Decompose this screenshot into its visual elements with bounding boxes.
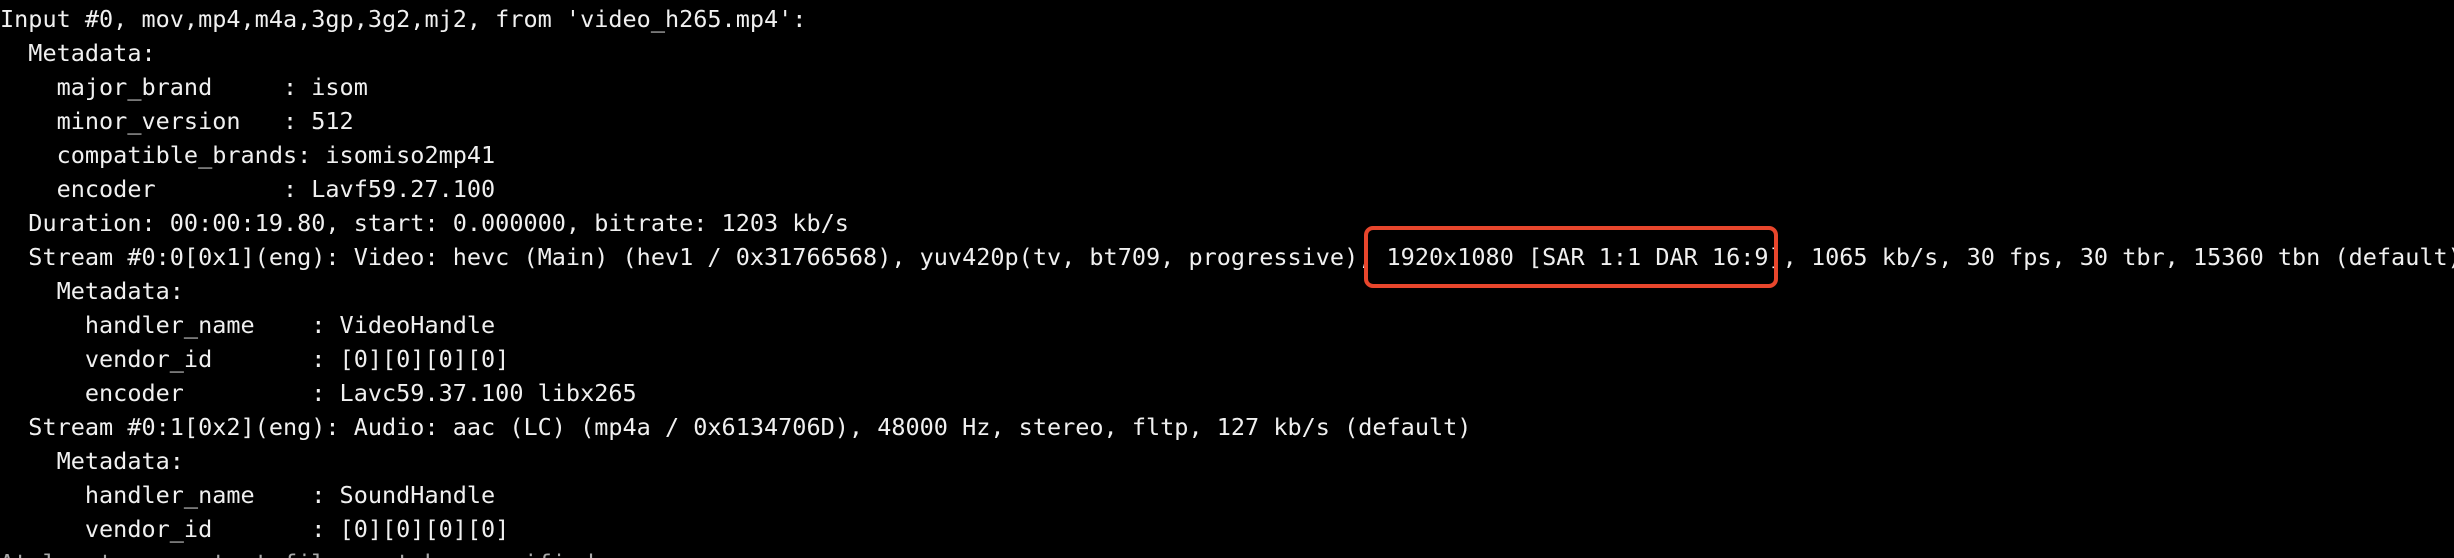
video-stream-line: Stream #0:0[0x1](eng): Video: hevc (Main… [0, 243, 2454, 271]
video-handler-name-line: handler_name : VideoHandle [0, 311, 496, 339]
resolution-highlight-box [1364, 226, 1778, 288]
compatible-brands-line: compatible_brands: isomiso2mp41 [0, 141, 496, 169]
metadata-header: Metadata: [0, 39, 156, 67]
ffprobe-input-line: Input #0, mov,mp4,m4a,3gp,3g2,mj2, from … [0, 5, 807, 33]
major-brand-line: major_brand : isom [0, 73, 368, 101]
video-vendor-id-line: vendor_id : [0][0][0][0] [0, 345, 510, 373]
video-encoder-line: encoder : Lavc59.37.100 libx265 [0, 379, 637, 407]
minor-version-line: minor_version : 512 [0, 107, 354, 135]
terminal-window[interactable]: Input #0, mov,mp4,m4a,3gp,3g2,mj2, from … [0, 0, 2454, 558]
video-metadata-header: Metadata: [0, 277, 184, 305]
audio-vendor-id-line: vendor_id : [0][0][0][0] [0, 515, 510, 543]
audio-metadata-header: Metadata: [0, 447, 184, 475]
output-warning-line: At least one output file must be specifi… [0, 546, 594, 558]
audio-handler-name-line: handler_name : SoundHandle [0, 481, 496, 509]
duration-line: Duration: 00:00:19.80, start: 0.000000, … [0, 209, 849, 237]
audio-stream-line: Stream #0:1[0x2](eng): Audio: aac (LC) (… [0, 413, 1472, 441]
encoder-line: encoder : Lavf59.27.100 [0, 175, 496, 203]
